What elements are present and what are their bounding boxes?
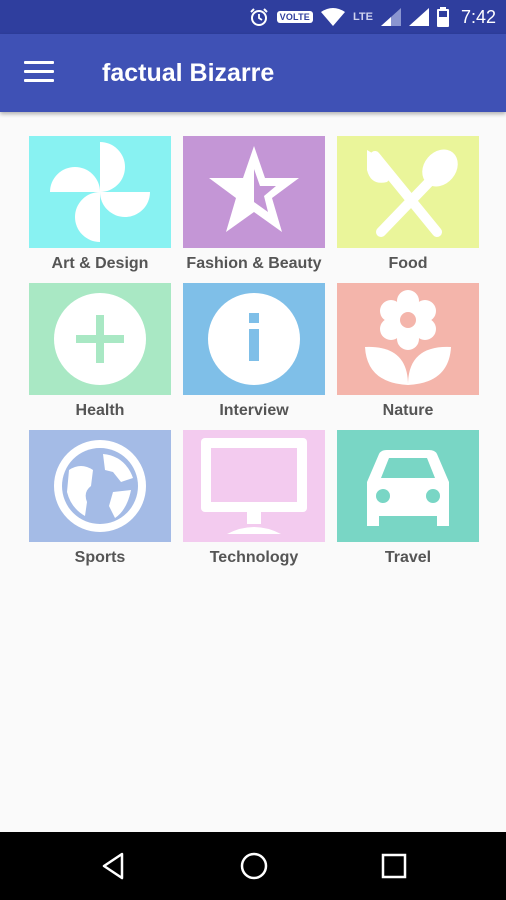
status-bar: VOLTE LTE 7:42 — [0, 0, 506, 34]
clock: 7:42 — [460, 6, 496, 27]
car-icon — [367, 450, 449, 526]
volte-badge: VOLTE — [276, 11, 313, 23]
category-tile-food[interactable]: Food — [337, 136, 479, 273]
info-icon — [208, 293, 300, 385]
app-bar: factual Bizarre — [0, 34, 506, 112]
category-tile-travel-box — [337, 430, 479, 542]
lte-label: LTE — [352, 11, 373, 23]
signal-icon-2 — [408, 8, 429, 26]
category-tile-art-design[interactable]: Art & Design — [29, 136, 171, 273]
category-label: Sports — [74, 549, 126, 566]
app-title: factual Bizarre — [102, 59, 275, 87]
battery-icon — [436, 7, 449, 27]
category-tile-health-box — [29, 283, 171, 395]
star-icon — [209, 146, 299, 232]
monitor-icon — [201, 438, 307, 534]
status-icons: VOLTE LTE 7:42 — [249, 0, 496, 34]
category-label: Art & Design — [51, 255, 149, 272]
home-icon[interactable] — [236, 850, 272, 882]
category-tile-art-design-box — [29, 136, 171, 248]
category-tile-fashion-beauty-box — [183, 136, 325, 248]
category-label: Fashion & Beauty — [186, 255, 322, 272]
category-tile-interview[interactable]: Interview — [183, 283, 325, 420]
signal-icon — [380, 8, 401, 26]
category-tile-health[interactable]: Health — [29, 283, 171, 420]
category-label: Food — [388, 255, 428, 272]
category-label: Travel — [384, 549, 432, 566]
plus-icon — [54, 293, 146, 385]
fork-spoon-icon — [367, 149, 458, 237]
category-tile-travel[interactable]: Travel — [337, 430, 479, 567]
category-tile-sports-box — [29, 430, 171, 542]
pinwheel-icon — [50, 142, 150, 242]
navigation-bar — [0, 832, 506, 900]
category-tile-interview-box — [183, 283, 325, 395]
category-tile-sports[interactable]: Sports — [29, 430, 171, 567]
back-icon[interactable] — [98, 850, 134, 882]
category-label: Nature — [382, 402, 434, 419]
category-tile-technology[interactable]: Technology — [183, 430, 325, 567]
category-tile-nature[interactable]: Nature — [337, 283, 479, 420]
category-label: Health — [75, 402, 125, 419]
alarm-icon — [249, 8, 268, 26]
category-tile-nature-box — [337, 283, 479, 395]
category-label: Technology — [209, 549, 299, 566]
category-tile-food-box — [337, 136, 479, 248]
wifi-icon — [320, 8, 345, 26]
flower-icon — [365, 290, 451, 385]
category-tile-fashion-beauty[interactable]: Fashion & Beauty — [183, 136, 325, 273]
category-tile-technology-box — [183, 430, 325, 542]
globe-icon — [54, 440, 146, 532]
hamburger-menu-icon[interactable] — [24, 61, 54, 85]
recents-icon[interactable] — [376, 850, 412, 882]
category-label: Interview — [219, 402, 289, 419]
